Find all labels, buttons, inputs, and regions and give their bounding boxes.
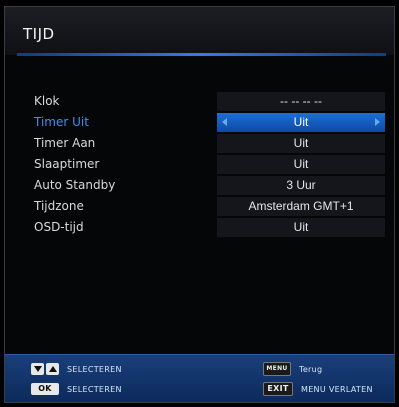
menu-item-label: Timer Aan [34, 136, 96, 150]
arrow-down-icon [31, 363, 44, 375]
chevron-left-icon[interactable] [222, 118, 227, 126]
menu-item-label: Auto Standby [34, 178, 116, 192]
menu-item-slaaptimer[interactable]: Slaaptimer Uit [5, 154, 394, 175]
settings-panel: TIJD Klok -- -- -- -- Timer Uit Uit Time… [4, 6, 395, 403]
menu-key[interactable]: MENU [263, 362, 291, 376]
title-divider [17, 53, 386, 56]
settings-menu: Klok -- -- -- -- Timer Uit Uit Timer Aan… [5, 91, 394, 238]
arrow-up-icon [46, 363, 59, 375]
hint-label: Terug [299, 364, 323, 374]
menu-item-label: OSD-tijd [34, 220, 84, 234]
hint-label: SELECTEREN [67, 384, 122, 394]
hint-label: MENU VERLATEN [301, 384, 373, 394]
page-title: TIJD [23, 25, 55, 43]
menu-item-timer-uit[interactable]: Timer Uit Uit [5, 112, 394, 133]
exit-key[interactable]: EXIT [263, 382, 293, 396]
menu-item-label: Timer Uit [34, 115, 89, 129]
menu-item-value-selector[interactable]: Uit [217, 113, 385, 132]
menu-item-timer-aan[interactable]: Timer Aan Uit [5, 133, 394, 154]
menu-item-auto-standby[interactable]: Auto Standby 3 Uur [5, 175, 394, 196]
menu-item-value[interactable]: Uit [217, 134, 385, 153]
menu-item-label: Klok [34, 94, 60, 108]
menu-item-value[interactable]: 3 Uur [217, 176, 385, 195]
menu-item-tijdzone[interactable]: Tijdzone Amsterdam GMT+1 [5, 196, 394, 217]
hint-ok: OK SELECTEREN [31, 381, 122, 397]
menu-item-value[interactable]: -- -- -- -- [217, 92, 385, 111]
menu-item-label: Slaaptimer [34, 157, 100, 171]
menu-item-value: Uit [293, 115, 309, 129]
menu-item-value[interactable]: Amsterdam GMT+1 [217, 197, 385, 216]
menu-item-klok[interactable]: Klok -- -- -- -- [5, 91, 394, 112]
menu-item-value[interactable]: Uit [217, 218, 385, 237]
key-hint-bar: SELECTEREN OK SELECTEREN MENU Terug EXIT… [5, 354, 394, 402]
hint-menu: MENU Terug [263, 361, 322, 377]
menu-item-label: Tijdzone [34, 199, 84, 213]
menu-item-value[interactable]: Uit [217, 155, 385, 174]
panel-header: TIJD [5, 7, 394, 55]
hint-label: SELECTEREN [67, 364, 122, 374]
hint-exit: EXIT MENU VERLATEN [263, 381, 373, 397]
ok-key[interactable]: OK [31, 383, 59, 395]
menu-item-osd-tijd[interactable]: OSD-tijd Uit [5, 217, 394, 238]
chevron-right-icon[interactable] [375, 118, 380, 126]
hint-navigate: SELECTEREN [31, 361, 122, 377]
